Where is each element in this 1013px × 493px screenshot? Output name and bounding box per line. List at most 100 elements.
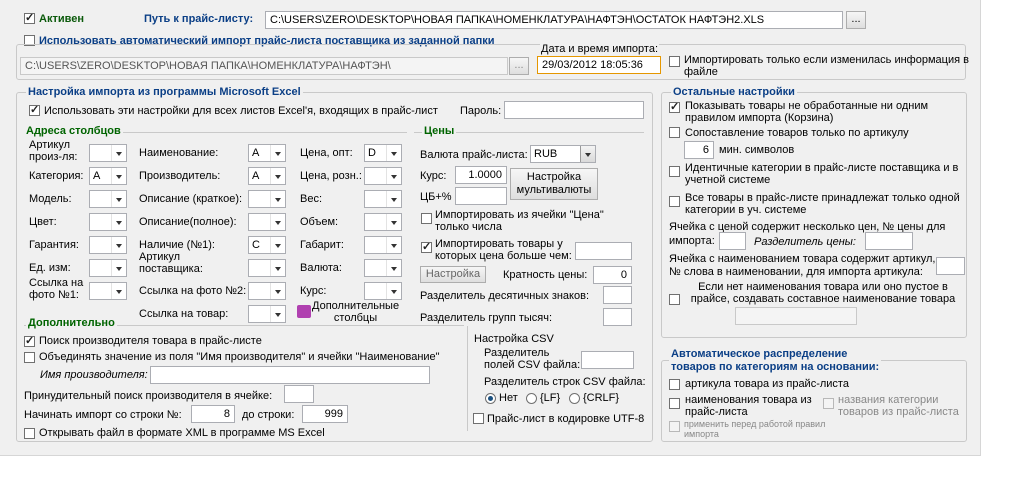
col-label-supplier-article: Артикул поставщика:	[139, 251, 203, 275]
utf8-checkbox[interactable]	[473, 413, 484, 424]
price-number-input[interactable]	[719, 232, 746, 250]
col-label-size: Габарит:	[300, 239, 344, 251]
composite-name-checkbox[interactable]	[669, 294, 680, 305]
to-row-input[interactable]: 999	[302, 405, 348, 423]
price-setup-button[interactable]: Настройка	[420, 266, 486, 283]
col-combo-model[interactable]	[89, 190, 127, 208]
col-combo-price-retail[interactable]	[364, 167, 402, 185]
col-combo-currency[interactable]	[364, 259, 402, 277]
col-combo-size[interactable]	[364, 236, 402, 254]
col-combo-color[interactable]	[89, 213, 127, 231]
csv-row-sep-label: Разделитель строк CSV файла:	[484, 376, 646, 388]
import-price-numbers-checkbox[interactable]	[421, 213, 432, 224]
maker-name-input[interactable]	[150, 366, 430, 384]
only-changed-checkbox[interactable]	[669, 56, 680, 67]
col-label-color: Цвет:	[29, 216, 57, 228]
rate-input[interactable]: 1.0000	[455, 166, 507, 184]
min-symbols-label: мин. символов	[719, 144, 795, 156]
import-greater-input[interactable]	[575, 242, 632, 260]
col-combo-stock[interactable]: C	[248, 236, 286, 254]
start-row-input[interactable]: 8	[191, 405, 235, 423]
folder-path-input[interactable]: C:\USERS\ZERO\DESKTOP\НОВАЯ ПАПКА\НОМЕНК…	[20, 57, 508, 75]
col-combo-price-wholesale[interactable]: D	[364, 144, 402, 162]
col-label-weight: Вес:	[300, 193, 323, 205]
search-maker-checkbox[interactable]	[24, 334, 35, 347]
col-combo-warranty[interactable]	[89, 236, 127, 254]
name-article-input[interactable]	[936, 257, 965, 275]
col-combo-category[interactable]: A	[89, 167, 127, 185]
by-category-names-checkbox[interactable]	[823, 398, 834, 409]
price-path-input[interactable]: C:\USERS\ZERO\DESKTOP\НОВАЯ ПАПКА\НОМЕНК…	[265, 11, 843, 29]
browse-price-button[interactable]: ...	[846, 11, 866, 29]
identical-categories-checkbox[interactable]	[669, 166, 680, 177]
group-sep-input[interactable]	[603, 308, 632, 326]
password-input[interactable]	[504, 101, 644, 119]
show-unprocessed-checkbox[interactable]	[669, 100, 680, 113]
cb-percent-input[interactable]	[455, 187, 507, 205]
csv-row-crlf-radio[interactable]	[569, 393, 580, 404]
active-checkbox[interactable]	[24, 11, 35, 24]
csv-field-sep-input[interactable]	[581, 351, 634, 369]
col-label-article-maker: Артикул произ-ля:	[29, 139, 78, 163]
col-label-photo1: Ссылка на фото №1:	[29, 277, 84, 301]
col-combo-volume[interactable]	[364, 213, 402, 231]
composite-name-input[interactable]	[735, 307, 857, 325]
by-name-checkbox[interactable]	[669, 398, 680, 409]
only-changed-label: Импортировать только если изменилась инф…	[684, 54, 969, 78]
csv-row-lf-label: {LF}	[540, 392, 561, 404]
col-combo-rate[interactable]	[364, 282, 402, 300]
group-sep-label: Разделитель групп тысяч:	[420, 312, 553, 324]
csv-row-none-label: Нет	[499, 392, 518, 404]
prices-title: Цены	[422, 125, 457, 137]
browse-folder-button[interactable]: ...	[509, 57, 529, 75]
col-label-maker: Производитель:	[139, 170, 221, 182]
additional-columns-icon[interactable]	[297, 305, 311, 318]
csv-row-none-radio[interactable]	[485, 393, 496, 404]
by-article-label: артикула товара из прайс-листа	[685, 378, 849, 390]
apply-rules-checkbox[interactable]	[669, 421, 680, 432]
open-xml-label: Открывать файл в формате XML в программе…	[39, 427, 325, 439]
col-combo-product-link[interactable]	[248, 305, 286, 323]
import-settings-panel: Активен Путь к прайс-листу: C:\USERS\ZER…	[0, 0, 981, 456]
col-combo-name[interactable]: A	[248, 144, 286, 162]
use-all-sheets-checkbox[interactable]	[29, 103, 40, 116]
currency-label: Валюта прайс-листа:	[420, 149, 528, 161]
utf8-label: Прайс-лист в кодировке UTF-8	[487, 413, 645, 425]
col-combo-desc-short[interactable]	[248, 190, 286, 208]
by-article-checkbox[interactable]	[669, 379, 680, 390]
currency-combo[interactable]: RUB	[530, 145, 596, 163]
col-combo-maker[interactable]: A	[248, 167, 286, 185]
excel-settings-title: Настройка импорта из программы Microsoft…	[26, 86, 303, 98]
col-combo-weight[interactable]	[364, 190, 402, 208]
price-path-label: Путь к прайс-листу:	[144, 13, 254, 25]
import-greater-checkbox[interactable]	[421, 240, 432, 253]
forced-search-input[interactable]	[284, 385, 314, 403]
combine-values-label: Объединять значение из поля "Имя произво…	[39, 351, 440, 363]
col-label-category: Категория:	[29, 170, 84, 182]
match-article-checkbox[interactable]	[669, 127, 680, 138]
one-category-checkbox[interactable]	[669, 196, 680, 207]
multicurrency-button[interactable]: Настройка мультивалюты	[510, 168, 598, 200]
csv-row-lf-radio[interactable]	[526, 393, 537, 404]
price-sep-input[interactable]	[865, 232, 913, 250]
col-combo-supplier-article[interactable]	[248, 259, 286, 277]
col-combo-article-maker[interactable]	[89, 144, 127, 162]
col-combo-photo1[interactable]	[89, 282, 127, 300]
multiplicity-input[interactable]: 0	[593, 266, 632, 284]
col-label-name: Наименование:	[139, 147, 219, 159]
open-xml-checkbox[interactable]	[24, 428, 35, 439]
col-combo-desc-full[interactable]	[248, 213, 286, 231]
autodist-title: Автоматическое распределение товаров по к…	[669, 348, 882, 374]
col-combo-photo2[interactable]	[248, 282, 286, 300]
use-all-sheets-label: Использовать эти настройки для всех лист…	[44, 105, 438, 117]
col-label-photo2: Ссылка на фото №2:	[139, 285, 247, 297]
combine-values-checkbox[interactable]	[24, 352, 35, 363]
decimal-sep-input[interactable]	[603, 286, 632, 304]
col-combo-unit[interactable]	[89, 259, 127, 277]
min-symbols-input[interactable]: 6	[684, 141, 714, 159]
datetime-input[interactable]: 29/03/2012 18:05:36	[537, 56, 661, 74]
col-label-warranty: Гарантия:	[29, 239, 79, 251]
additional-columns-link[interactable]: Дополнительные столбцы	[312, 300, 399, 324]
col-label-product-link: Ссылка на товар:	[139, 308, 229, 320]
extra-title: Дополнительно	[26, 317, 117, 329]
